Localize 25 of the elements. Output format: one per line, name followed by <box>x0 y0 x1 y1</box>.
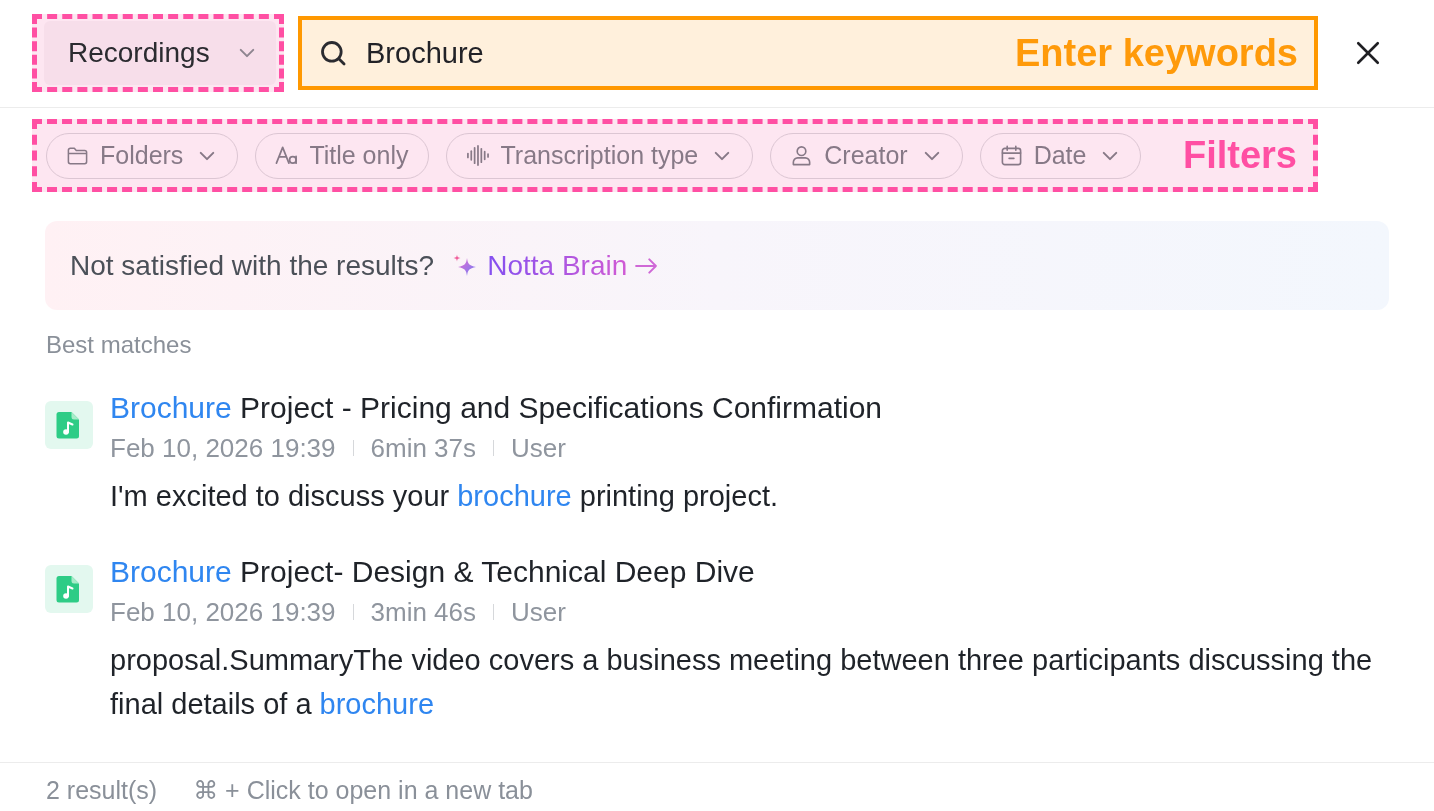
text-size-icon <box>275 144 299 167</box>
shortcut-hint: ⌘ + Click to open in a new tab <box>193 776 533 804</box>
waveform-icon <box>466 144 490 167</box>
creator-text: User <box>511 432 566 464</box>
scope-dropdown[interactable]: Recordings <box>44 21 276 85</box>
result-title[interactable]: Brochure Project- Design & Technical Deep Dive <box>110 554 1389 590</box>
section-heading: Best matches <box>46 330 193 360</box>
creator-text: User <box>511 596 566 628</box>
result-count: 2 result(s) <box>46 776 158 804</box>
annotation-label: Enter keywords <box>1015 31 1299 75</box>
banner-text: Not satisfied with the results? <box>70 249 435 282</box>
duration-text: 6min 37s <box>370 432 477 464</box>
result-snippet: proposal.SummaryThe video covers a business meeting between three participants discussing the final details of a brochure <box>110 643 1374 722</box>
close-icon <box>1355 40 1381 66</box>
audio-file-icon <box>45 401 93 449</box>
result-title[interactable]: Brochure Project - Pricing and Specifications Confirmation <box>110 390 1389 426</box>
search-icon <box>319 39 347 67</box>
result-snippet: I'm excited to discuss your brochure printing project. <box>110 479 780 514</box>
date-text: Feb 10, 2026 19:39 <box>110 432 336 464</box>
date-text: Feb 10, 2026 19:39 <box>110 596 336 628</box>
duration-text: 3min 46s <box>370 596 477 628</box>
search-field[interactable]: Brochure <box>366 31 1015 75</box>
calendar-icon <box>999 144 1023 167</box>
annotation-label: Filters <box>1182 134 1298 177</box>
audio-file-icon <box>45 565 93 613</box>
